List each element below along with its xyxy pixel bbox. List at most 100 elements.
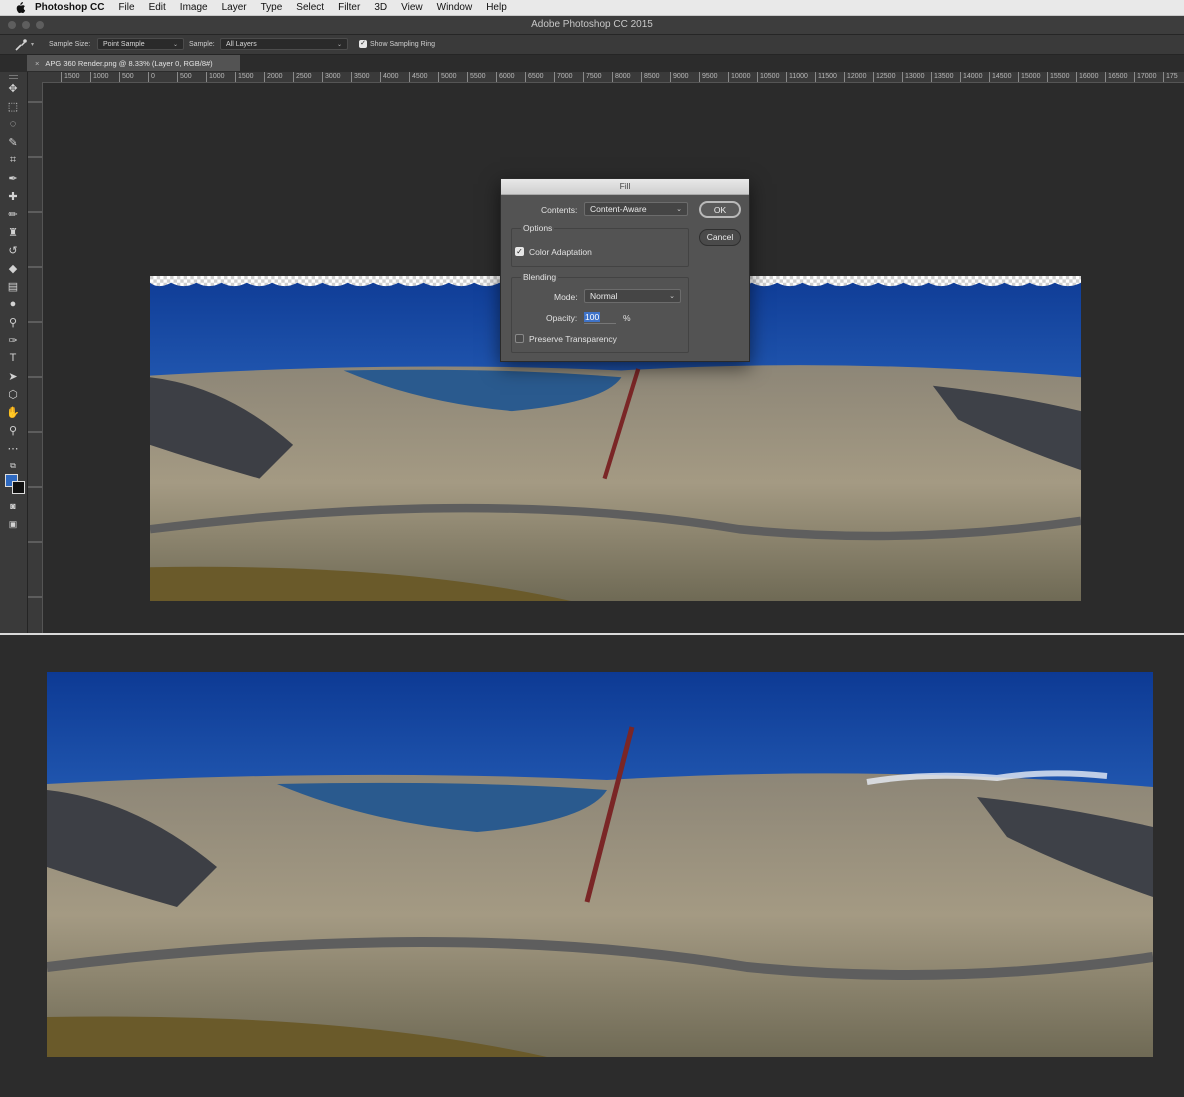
ok-button[interactable]: OK xyxy=(699,201,741,218)
menu-type[interactable]: Type xyxy=(261,2,283,13)
ruler-tick-label: 10000 xyxy=(728,72,750,82)
default-colors-icon[interactable]: ⧉ xyxy=(4,458,22,474)
options-bar: ▾ Sample Size: Point Sample ⌄ Sample: Al… xyxy=(0,35,1184,55)
brush-tool-icon[interactable]: ✏ xyxy=(4,206,22,222)
ruler-tick-label: 12500 xyxy=(873,72,895,82)
eraser-tool-icon[interactable]: ◆ xyxy=(4,260,22,276)
ruler-tick-label: 2000 xyxy=(264,72,283,82)
dialog-title: Fill xyxy=(501,179,749,195)
path-select-tool-icon[interactable]: ➤ xyxy=(4,368,22,384)
menu-help[interactable]: Help xyxy=(486,2,507,13)
chevron-down-icon: ⌄ xyxy=(676,206,682,213)
chevron-down-icon: ⌄ xyxy=(172,41,178,48)
sample-size-select[interactable]: Point Sample ⌄ xyxy=(97,38,184,50)
panel-grip[interactable] xyxy=(9,75,18,79)
opacity-label: Opacity: xyxy=(546,313,578,323)
background-color-swatch[interactable] xyxy=(12,481,25,494)
contents-value: Content-Aware xyxy=(590,204,647,214)
menu-layer[interactable]: Layer xyxy=(222,2,247,13)
close-icon[interactable]: × xyxy=(35,59,39,68)
type-tool-icon[interactable]: T xyxy=(4,350,22,366)
apple-icon[interactable] xyxy=(13,1,27,14)
ruler-tick-label: 9500 xyxy=(699,72,718,82)
cancel-button[interactable]: Cancel xyxy=(699,229,741,246)
color-adaptation-checkbox[interactable]: ✓ xyxy=(515,247,524,256)
menu-3d[interactable]: 3D xyxy=(374,2,387,13)
vertical-ruler[interactable] xyxy=(28,82,43,633)
clone-stamp-tool-icon[interactable]: ♜ xyxy=(4,224,22,240)
healing-brush-tool-icon[interactable]: ✚ xyxy=(4,188,22,204)
crop-tool-icon[interactable]: ⌗ xyxy=(4,152,22,168)
ruler-tick-label: 15000 xyxy=(1018,72,1040,82)
ruler-tick-label: 4500 xyxy=(409,72,428,82)
ruler-tick-label: 1500 xyxy=(61,72,80,82)
dodge-tool-icon[interactable]: ⚲ xyxy=(4,314,22,330)
horizontal-ruler[interactable]: 1500 1000 500 0 500 1000 1500 2000 2500 3000 3500 4… xyxy=(43,72,1184,83)
quick-select-tool-icon[interactable]: ✎ xyxy=(4,134,22,150)
document-title: APG 360 Render.png @ 8.33% (Layer 0, RGB… xyxy=(45,58,213,68)
blending-legend: Blending xyxy=(521,272,559,282)
menu-window[interactable]: Window xyxy=(437,2,473,13)
ruler-tick-label: 500 xyxy=(119,72,134,82)
lasso-tool-icon[interactable]: ◌ xyxy=(4,116,22,132)
mode-select[interactable]: Normal ⌄ xyxy=(584,289,681,303)
show-sampling-ring-checkbox[interactable]: ✓ xyxy=(359,40,367,48)
menu-view[interactable]: View xyxy=(401,2,423,13)
chevron-down-icon: ⌄ xyxy=(669,293,675,300)
move-tool-icon[interactable]: ✥ xyxy=(4,80,22,96)
vertical-ruler-ticks xyxy=(28,101,42,598)
menu-bar: Photoshop CC File Edit Image Layer Type … xyxy=(0,0,1184,16)
history-brush-tool-icon[interactable]: ↺ xyxy=(4,242,22,258)
more-tools-icon[interactable]: ⋯ xyxy=(4,440,22,456)
fill-dialog: Fill Contents: Content-Aware ⌄ OK Cancel… xyxy=(500,178,750,362)
document-tab[interactable]: × APG 360 Render.png @ 8.33% (Layer 0, R… xyxy=(27,55,240,71)
ruler-tick-label: 7000 xyxy=(554,72,573,82)
ruler-tick-label: 11500 xyxy=(815,72,837,82)
hand-tool-icon[interactable]: ✋ xyxy=(4,404,22,420)
mode-label: Mode: xyxy=(554,292,578,302)
section-divider xyxy=(0,633,1184,635)
ruler-tick-label: 14000 xyxy=(960,72,982,82)
chevron-down-icon: ⌄ xyxy=(336,41,342,48)
ruler-tick-label: 175 xyxy=(1163,72,1178,82)
pen-tool-icon[interactable]: ✑ xyxy=(4,332,22,348)
tool-preset-picker[interactable]: ▾ xyxy=(14,35,34,54)
sample-size-label: Sample Size: xyxy=(49,41,91,48)
quick-mask-icon[interactable]: ◙ xyxy=(4,498,22,514)
preserve-transparency-checkbox[interactable] xyxy=(515,334,524,343)
screen-mode-icon[interactable]: ▣ xyxy=(4,516,22,532)
ruler-tick-label: 12000 xyxy=(844,72,866,82)
ruler-tick-label: 11000 xyxy=(786,72,808,82)
mode-value: Normal xyxy=(590,291,618,301)
window-title-bar: Adobe Photoshop CC 2015 xyxy=(0,16,1184,35)
sample-select[interactable]: All Layers ⌄ xyxy=(220,38,348,50)
menu-image[interactable]: Image xyxy=(180,2,208,13)
app-menu[interactable]: Photoshop CC xyxy=(35,2,104,13)
marquee-tool-icon[interactable]: ⬚ xyxy=(4,98,22,114)
zoom-tool-icon[interactable]: ⚲ xyxy=(4,422,22,438)
contents-select[interactable]: Content-Aware ⌄ xyxy=(584,202,688,216)
ruler-tick-label: 1000 xyxy=(206,72,225,82)
window-title: Adobe Photoshop CC 2015 xyxy=(531,19,653,30)
panorama-image-result xyxy=(47,672,1153,1057)
ruler-tick-label: 10500 xyxy=(757,72,779,82)
menu-file[interactable]: File xyxy=(118,2,134,13)
ruler-tick-label: 5500 xyxy=(467,72,486,82)
menu-edit[interactable]: Edit xyxy=(149,2,166,13)
opacity-field[interactable]: 100 xyxy=(584,310,616,324)
opacity-unit: % xyxy=(623,313,631,323)
ruler-tick-label: 17000 xyxy=(1134,72,1156,82)
ruler-tick-label: 1000 xyxy=(90,72,109,82)
contents-label: Contents: xyxy=(541,205,578,215)
blur-tool-icon[interactable]: ● xyxy=(4,296,22,312)
gradient-tool-icon[interactable]: ▤ xyxy=(4,278,22,294)
ruler-tick-label: 5000 xyxy=(438,72,457,82)
shape-tool-icon[interactable]: ⬡ xyxy=(4,386,22,402)
ruler-origin[interactable] xyxy=(28,72,43,82)
menu-select[interactable]: Select xyxy=(296,2,324,13)
eyedropper-tool-icon[interactable]: ✒ xyxy=(4,170,22,186)
menu-filter[interactable]: Filter xyxy=(338,2,360,13)
chevron-down-icon: ▾ xyxy=(31,42,35,48)
ruler-tick-label: 8500 xyxy=(641,72,660,82)
tools-panel: ✥ ⬚ ◌ ✎ ⌗ ✒ ✚ ✏ ♜ ↺ ◆ ▤ ● ⚲ ✑ T ➤ ⬡ ✋ ⚲ ⋯ ⧉ ◙ ▣ xyxy=(0,72,28,633)
